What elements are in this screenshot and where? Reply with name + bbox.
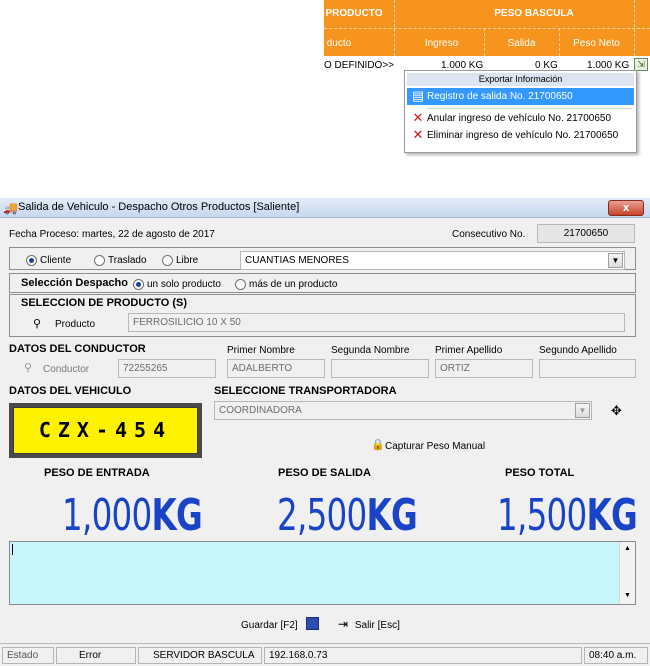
radio-libre-label[interactable]: Libre <box>176 255 198 266</box>
exit-door-icon: ⇥ <box>338 617 349 631</box>
primer-nombre-field[interactable]: ADALBERTO <box>227 359 325 378</box>
status-bar: Estado Error SERVIDOR BASCULA 192.168.0.… <box>0 643 650 666</box>
producto-label: Producto <box>55 319 96 330</box>
fecha-value: martes, 22 de agosto de 2017 <box>82 229 215 240</box>
transportadora-combo[interactable]: COORDINADORA ▼ <box>214 401 592 420</box>
menu-item-label: Anular ingreso de vehículo No. 21700650 <box>427 113 612 124</box>
status-error: Error <box>56 647 136 664</box>
status-time: 08:40 a.m. <box>584 647 648 664</box>
menu-item-eliminar-ingreso[interactable]: ✕ Eliminar ingreso de vehículo No. 21700… <box>407 127 634 144</box>
memo-scrollbar[interactable]: ▲ ▼ <box>619 542 635 604</box>
menu-item-anular-ingreso[interactable]: ✕ Anular ingreso de vehículo No. 2170065… <box>407 110 634 127</box>
grid-subcol-salida[interactable]: Salida <box>494 35 549 51</box>
consecutivo-field: 21700650 <box>537 224 635 243</box>
radio-un-solo-producto-label[interactable]: un solo producto <box>147 279 221 290</box>
window-titlebar[interactable]: 🚚 Salida de Vehiculo - Despacho Otros Pr… <box>0 198 650 218</box>
truck-icon: 🚚 <box>3 201 18 215</box>
status-servidor: SERVIDOR BASCULA <box>138 647 262 664</box>
peso-salida-number: 2,500 <box>277 490 367 541</box>
producto-field[interactable]: FERROSILICIO 10 X 50 <box>128 313 625 332</box>
peso-total-number: 1,500 <box>497 490 587 541</box>
move-icon[interactable]: ✥ <box>611 403 622 419</box>
peso-entrada-value: 1,000KG <box>62 490 203 541</box>
transportadora-value: COORDINADORA <box>219 405 302 416</box>
scroll-up-icon[interactable]: ▲ <box>624 545 631 552</box>
red-x-icon: ✕ <box>412 110 424 125</box>
red-x-icon: ✕ <box>412 127 424 142</box>
radio-mas-de-un-producto[interactable] <box>235 279 246 290</box>
context-menu-title: Exportar Información <box>407 73 634 86</box>
fecha-label: Fecha Proceso: <box>9 229 80 240</box>
consecutivo-label: Consecutivo No. <box>452 229 526 240</box>
grid-col-peso-bascula[interactable]: PESO BASCULA <box>454 4 614 22</box>
peso-salida-value: 2,500KG <box>277 490 418 541</box>
grid-col-producto[interactable]: PRODUCTO <box>324 4 384 22</box>
peso-salida-label: PESO DE SALIDA <box>278 467 371 479</box>
salir-button[interactable]: ⇥ Salir [Esc] <box>338 617 400 633</box>
grid-subcol-ingreso[interactable]: Ingreso <box>414 35 469 51</box>
primer-nombre-label: Primer Nombre <box>227 345 295 356</box>
menu-item-label: Registro de salida No. 21700650 <box>427 91 573 102</box>
radio-traslado-label[interactable]: Traslado <box>108 255 147 266</box>
grid-header: PRODUCTO PESO BASCULA ducto Ingreso Sali… <box>324 0 650 56</box>
window-title: Salida de Vehiculo - Despacho Otros Prod… <box>18 201 300 213</box>
capturar-peso-manual[interactable]: Capturar Peso Manual <box>385 441 485 452</box>
conductor-id-field[interactable]: 72255265 <box>118 359 216 378</box>
peso-entrada-label: PESO DE ENTRADA <box>44 467 150 479</box>
vehiculo-section-title: DATOS DEL VEHICULO <box>9 385 132 397</box>
status-ip: 192.168.0.73 <box>264 647 582 664</box>
segunda-nombre-label: Segunda Nombre <box>331 345 410 356</box>
lock-icon[interactable]: 🔒 <box>371 438 385 451</box>
binoculars-icon[interactable]: ⚲ <box>33 317 41 330</box>
scroll-down-icon[interactable]: ▼ <box>624 592 631 599</box>
status-estado: Estado <box>2 647 54 664</box>
peso-total-unit: KG <box>586 490 638 541</box>
radio-cliente-label[interactable]: Cliente <box>40 255 71 266</box>
peso-entrada-number: 1,000 <box>62 490 152 541</box>
binoculars-icon[interactable]: ⚲ <box>24 361 32 374</box>
close-button[interactable]: x <box>608 200 644 216</box>
salir-label: Salir [Esc] <box>354 620 400 631</box>
radio-libre[interactable] <box>162 255 173 266</box>
chevron-down-icon[interactable]: ▼ <box>575 403 590 418</box>
radio-un-solo-producto[interactable] <box>133 279 144 290</box>
radio-mas-de-un-producto-label[interactable]: más de un producto <box>249 279 337 290</box>
producto-section-title: SELECCION DE PRODUCTO (S) <box>21 297 188 309</box>
peso-total-label: PESO TOTAL <box>505 467 575 479</box>
chevron-down-icon[interactable]: ▼ <box>608 253 623 268</box>
context-menu: Exportar Información ▤ Registro de salid… <box>404 70 637 153</box>
despacho-label: Selección Despacho <box>21 277 128 289</box>
guardar-label: Guardar [F2] <box>241 620 298 632</box>
peso-salida-unit: KG <box>366 490 418 541</box>
radio-traslado[interactable] <box>94 255 105 266</box>
tipo-combo-value: CUANTIAS MENORES <box>245 255 349 266</box>
peso-entrada-unit: KG <box>151 490 203 541</box>
save-icon <box>306 617 320 630</box>
grid-subcol-producto[interactable]: ducto <box>324 35 354 51</box>
grid-cell-producto[interactable]: O DEFINIDO>> <box>324 60 394 71</box>
export-doc-icon: ▤ <box>411 88 425 103</box>
menu-item-registro-salida[interactable]: ▤ Registro de salida No. 21700650 <box>407 88 634 105</box>
guardar-button[interactable]: Guardar [F2] <box>241 617 320 633</box>
transportadora-title: SELECCIONE TRANSPORTADORA <box>214 385 397 397</box>
conductor-section-title: DATOS DEL CONDUCTOR <box>9 343 146 355</box>
observaciones-textarea[interactable]: ▲ ▼ <box>9 541 636 605</box>
tipo-combo[interactable]: CUANTIAS MENORES ▼ <box>240 251 625 270</box>
primer-apellido-field[interactable]: ORTIZ <box>435 359 533 378</box>
menu-separator <box>427 108 632 109</box>
radio-cliente[interactable] <box>26 255 37 266</box>
text-caret <box>12 544 13 555</box>
conductor-label: Conductor <box>43 364 90 375</box>
grid-subcol-peso-neto[interactable]: Peso Neto <box>564 35 629 51</box>
segundo-apellido-field[interactable] <box>539 359 636 378</box>
segundo-apellido-label: Segundo Apellido <box>539 345 617 356</box>
segunda-nombre-field[interactable] <box>331 359 429 378</box>
menu-item-label: Eliminar ingreso de vehículo No. 2170065… <box>427 130 619 141</box>
license-plate: CZX-454 <box>9 403 202 458</box>
primer-apellido-label: Primer Apellido <box>435 345 503 356</box>
peso-total-value: 1,500KG <box>497 490 638 541</box>
license-plate-text: CZX-454 <box>13 407 198 454</box>
